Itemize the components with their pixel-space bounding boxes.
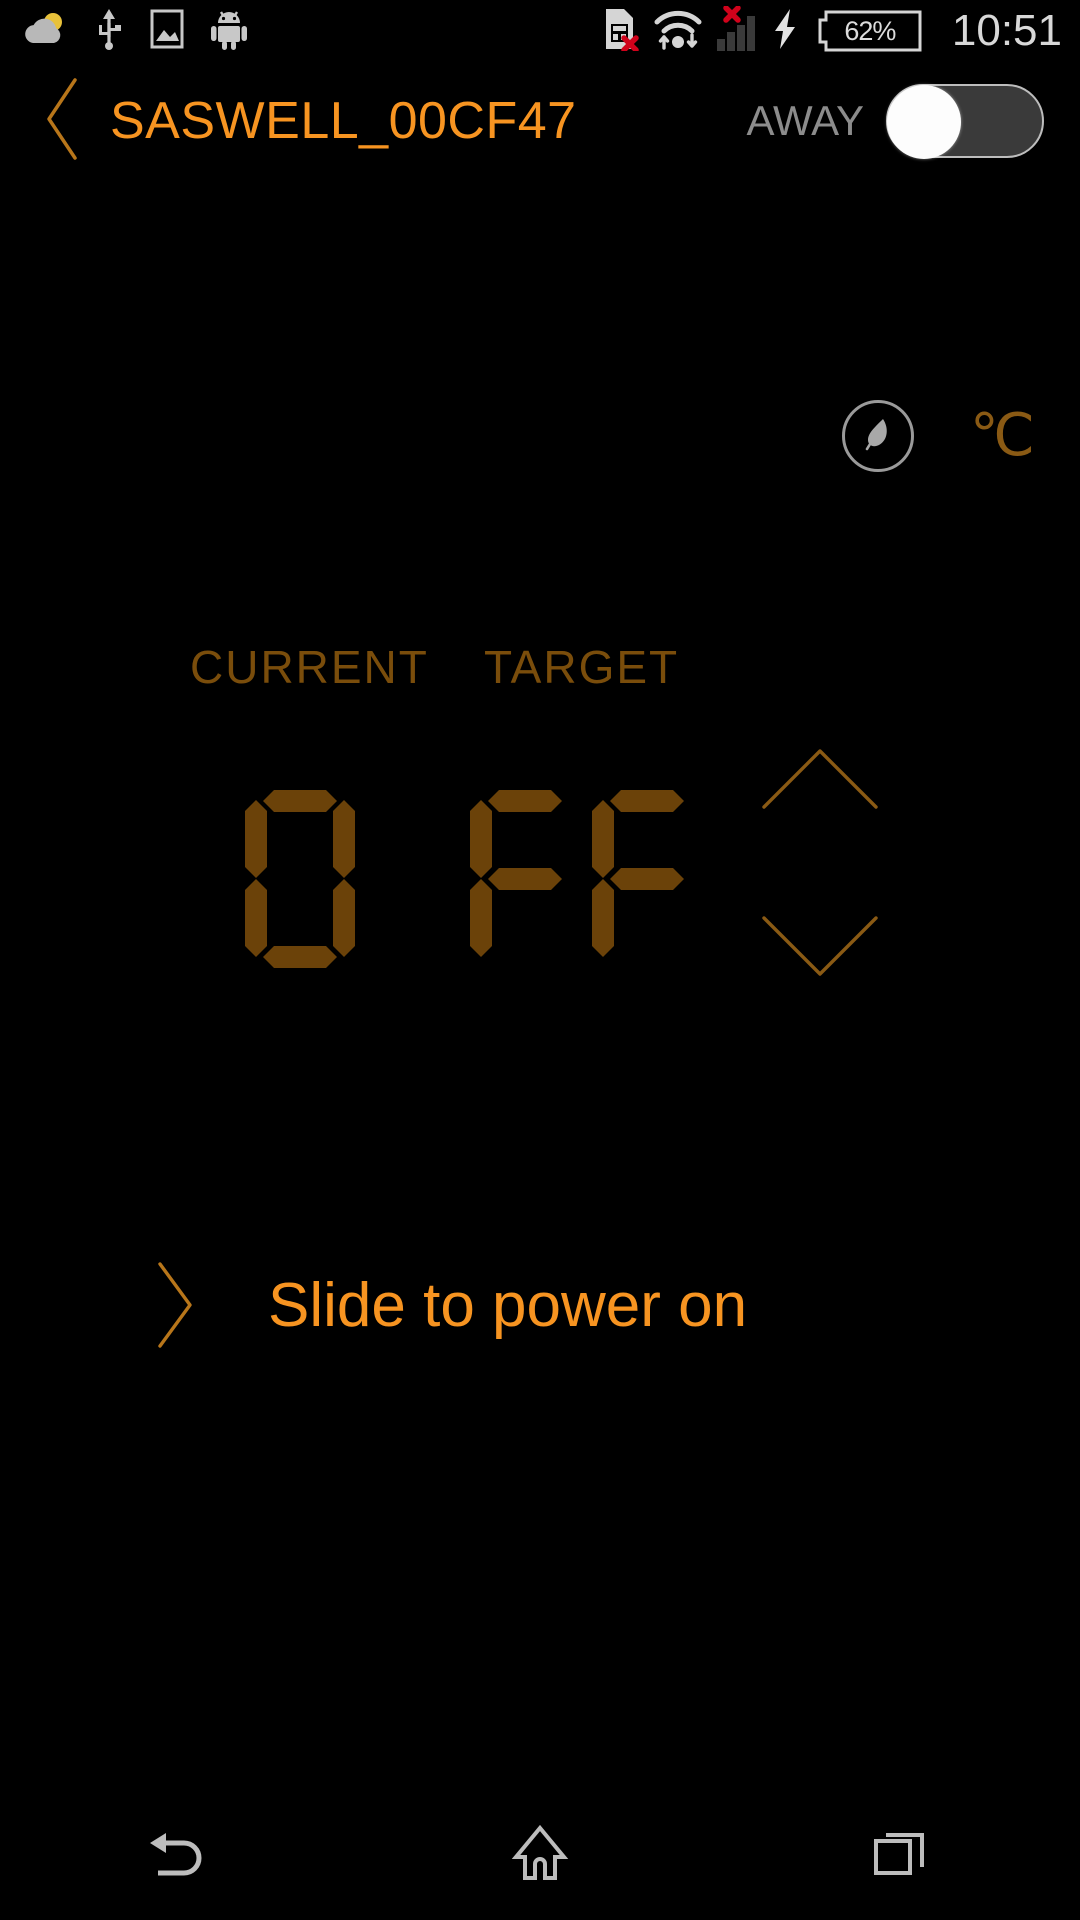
segment-f — [245, 800, 267, 878]
cellular-signal-error-icon — [716, 4, 758, 57]
seven-segment-digit — [470, 790, 580, 968]
battery-indicator: 62% — [812, 8, 924, 54]
current-temperature-readout — [245, 790, 355, 968]
sim-card-error-icon — [602, 7, 640, 56]
target-stepper — [760, 745, 900, 985]
mode-indicator-row: ℃ — [0, 398, 1080, 474]
segment-f — [592, 800, 614, 878]
target-temperature-readout — [470, 790, 702, 968]
screenshot-image-icon — [150, 8, 184, 55]
readout-labels: CURRENT TARGET — [0, 640, 1080, 700]
battery-percent-label: 62% — [844, 15, 896, 46]
target-label: TARGET — [484, 641, 680, 693]
eco-leaf-icon — [858, 414, 898, 459]
nav-recents-icon — [872, 1825, 928, 1886]
temperature-unit-label[interactable]: ℃ — [970, 407, 1035, 465]
back-button[interactable] — [18, 62, 110, 180]
android-system-icon — [210, 7, 248, 56]
segment-a — [610, 790, 684, 812]
chevron-right-icon — [148, 1259, 202, 1351]
weather-cloud-sun-icon — [22, 9, 68, 54]
away-toggle-switch[interactable] — [886, 84, 1044, 159]
current-label: CURRENT — [190, 641, 429, 693]
status-bar-right-icons: 62% 10:51 — [602, 4, 1080, 57]
segment-e — [470, 879, 492, 957]
nav-back-button[interactable] — [80, 1790, 280, 1920]
nav-back-icon — [146, 1825, 214, 1886]
wifi-transfer-icon — [654, 8, 702, 55]
toggle-knob — [887, 85, 961, 159]
seven-segment-digit — [592, 790, 702, 968]
nav-recents-button[interactable] — [800, 1790, 1000, 1920]
increase-target-button[interactable] — [760, 745, 880, 816]
decrease-target-button[interactable] — [760, 914, 880, 985]
away-mode-control[interactable]: AWAY — [746, 84, 1080, 159]
segment-e — [592, 879, 614, 957]
status-bar-left-icons — [0, 7, 248, 56]
page-title: SASWELL_00CF47 — [110, 92, 577, 150]
segment-e — [245, 879, 267, 957]
chevron-up-icon — [760, 749, 880, 815]
eco-mode-button[interactable] — [841, 400, 914, 472]
segment-d — [263, 946, 337, 968]
nav-home-button[interactable] — [440, 1790, 640, 1920]
android-navigation-bar — [0, 1790, 1080, 1920]
seven-segment-digit — [245, 790, 355, 968]
app-header: SASWELL_00CF47 AWAY — [0, 62, 1080, 180]
slide-to-power-on-label: Slide to power on — [268, 1270, 748, 1340]
segment-a — [488, 790, 562, 812]
slide-to-power-on-control[interactable]: Slide to power on — [0, 1255, 1080, 1355]
seven-segment-display — [0, 790, 1080, 990]
chevron-left-icon — [41, 76, 87, 167]
away-label: AWAY — [746, 97, 864, 144]
nav-home-icon — [511, 1824, 569, 1887]
charging-bolt-icon — [772, 7, 798, 56]
segment-b — [333, 800, 355, 878]
segment-g — [488, 868, 562, 890]
segment-g — [610, 868, 684, 890]
usb-icon — [94, 7, 124, 56]
segment-f — [470, 800, 492, 878]
segment-a — [263, 790, 337, 812]
segment-c — [333, 879, 355, 957]
status-bar: 62% 10:51 — [0, 0, 1080, 62]
status-bar-clock: 10:51 — [951, 6, 1062, 55]
thermostat-screen: 62% 10:51 SASWELL_00CF47 AWAY ℃ CURRENT … — [0, 0, 1080, 1920]
chevron-down-icon — [760, 916, 880, 984]
